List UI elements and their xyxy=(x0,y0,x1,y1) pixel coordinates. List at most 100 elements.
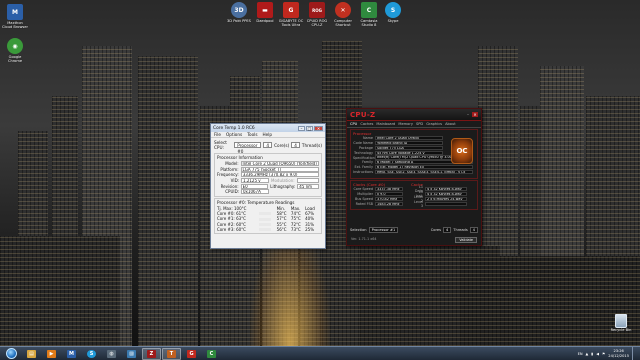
cpuz-logo: CPU-Z xyxy=(350,110,376,119)
core-name: Core #1: xyxy=(217,216,235,222)
revision-value: E0 xyxy=(240,183,269,189)
oc-badge-icon: OC xyxy=(451,138,473,164)
desktop-icon-chrome[interactable]: ◉ Google Chrome xyxy=(2,38,28,63)
field-label: Core Speed xyxy=(353,187,373,192)
taskbar-item-skype[interactable]: S xyxy=(82,348,101,360)
core-temp: 60°C xyxy=(236,221,246,227)
taskbar-item-gigabyte[interactable]: G xyxy=(182,348,201,360)
cpu-select[interactable]: Processor #0 xyxy=(234,142,262,154)
desktop-icon-label: Skype xyxy=(387,19,399,23)
volume-icon[interactable]: ◀ xyxy=(596,352,599,356)
show-desktop-button[interactable] xyxy=(632,346,637,360)
field-label: Bus Speed xyxy=(355,196,373,201)
core-load: 25% xyxy=(305,226,315,232)
tab-cpu[interactable]: CPU xyxy=(350,122,357,126)
network-icon[interactable]: ▮ xyxy=(591,352,593,356)
taskbar-item-image-viewer[interactable]: ▨ xyxy=(122,348,141,360)
taskbar-item-media[interactable]: ◍ xyxy=(102,348,121,360)
temp-bar xyxy=(259,212,272,216)
desktop-icon-computer[interactable]: ✕ Computer Shortcut xyxy=(330,2,356,27)
tab-about[interactable]: About xyxy=(445,122,456,126)
cache-group: Cache L1 Data 4 x 32 KBytes 8-way L1 Inst… xyxy=(411,182,475,208)
minimize-button[interactable]: – xyxy=(298,125,305,131)
validate-button[interactable]: Validate xyxy=(455,237,477,243)
tab-caches[interactable]: Caches xyxy=(360,122,373,126)
tab-spd[interactable]: SPD xyxy=(416,122,423,126)
field-label: Name xyxy=(362,136,373,141)
clock[interactable]: 23:26 24/12/2015 xyxy=(608,349,629,357)
desktop-icon-label: Recycle Bin xyxy=(610,328,632,332)
desktop-icon-camtasia[interactable]: C Camtasia Studio 8 xyxy=(356,2,382,27)
group-header: Processor Information xyxy=(217,155,263,160)
core-min: 56°C xyxy=(276,226,287,232)
l1-inst-value: 4 x 32 KBytes 8-way xyxy=(425,192,467,197)
taskbar-item-cpuz[interactable]: Z xyxy=(142,347,161,360)
taskbar-item-coretemp[interactable]: T xyxy=(162,347,181,360)
processor-info-group: Processor Information Model: Intel Core 2… xyxy=(214,153,322,197)
coretemp-titlebar[interactable]: Core Temp 1.0 RC6 – □ ✕ xyxy=(211,124,325,132)
desktop-icon-cpuz[interactable]: ROG CPUID ROG CPU-Z xyxy=(304,2,330,27)
clock-date: 24/12/2015 xyxy=(608,353,629,358)
desktop-icon-label: Google Chrome xyxy=(7,55,23,63)
field-label: Model: xyxy=(225,161,239,167)
media-icon: ◍ xyxy=(107,349,116,358)
processor-select[interactable]: Processor #1 xyxy=(368,227,399,233)
desktop-icon-3dpokt[interactable]: 3D 3D Pokt PPES xyxy=(226,2,252,23)
maxthon-icon: M xyxy=(7,4,23,20)
cpuz-window[interactable]: CPU-Z – ✕ CPU Caches Mainboard Memory SP… xyxy=(346,108,482,246)
threads-value: 4 xyxy=(469,227,478,233)
menu-tools[interactable]: Tools xyxy=(247,132,257,137)
close-button[interactable]: ✕ xyxy=(314,125,323,131)
selection-row: Selection Processor #1 Cores 4 Threads 4 xyxy=(350,227,478,233)
taskbar-item-explorer[interactable]: ▤ xyxy=(22,348,41,360)
close-button[interactable]: ✕ xyxy=(472,112,478,117)
maximize-button[interactable]: □ xyxy=(306,125,313,131)
desktop-icon-deadpool[interactable]: ▬ Daedpool xyxy=(252,2,278,23)
start-button[interactable] xyxy=(0,347,22,360)
taskbar-item-maxthon[interactable]: M xyxy=(62,348,81,360)
system-tray: EN ▲ ▮ ◀ ⚑ 23:26 24/12/2015 xyxy=(578,346,640,360)
tab-memory[interactable]: Memory xyxy=(398,122,413,126)
core-temp: 60°C xyxy=(236,226,246,232)
tray-arrow-icon[interactable]: ▲ xyxy=(586,352,589,356)
taskbar-item-camtasia[interactable]: C xyxy=(202,348,221,360)
field-label: Platform: xyxy=(220,166,239,172)
core-speed-value: 3337.38 MHz xyxy=(375,187,403,192)
selection-label: Selection xyxy=(350,228,367,232)
temperature-group: Processor #0: Temperature Readings Tj. M… xyxy=(214,197,322,235)
field-label: Frequency: xyxy=(217,172,239,178)
desktop-icon-skype[interactable]: S Skype xyxy=(380,2,406,23)
ext-family-value: 6 Ext. Model 17 Revision E0 xyxy=(375,165,473,170)
desktop-icon-label: GIGABYTE OC Tools Ultra xyxy=(278,19,304,27)
tab-mainboard[interactable]: Mainboard xyxy=(376,122,395,126)
desktop-icon-recycle-bin[interactable]: Recycle Bin xyxy=(606,314,636,332)
taskbar-item-media-player[interactable]: ▶ xyxy=(42,348,61,360)
core-max: 73°C xyxy=(290,226,301,232)
desktop-icon-label: Daedpool xyxy=(256,19,274,23)
cpuid-value: 0x1067A xyxy=(241,189,269,195)
minimize-button[interactable]: – xyxy=(465,112,471,117)
threads-label: Thread(s) xyxy=(301,142,322,148)
frequency-value: 3336.29MHz (370.82 x 9.0) xyxy=(240,172,319,178)
desktop-icon-label: CPUID ROG CPU-Z xyxy=(306,19,328,27)
chrome-icon: ◉ xyxy=(7,38,23,54)
maxthon-icon: M xyxy=(67,349,76,358)
package-value: Socket 775 LGA xyxy=(375,145,443,151)
select-cpu-label: Select CPU: xyxy=(214,140,227,150)
cpuz-titlebar[interactable]: CPU-Z – ✕ xyxy=(347,109,481,121)
field-label: Specification xyxy=(353,155,375,160)
menu-options[interactable]: Options xyxy=(226,132,242,137)
tab-graphics[interactable]: Graphics xyxy=(426,122,442,126)
coretemp-window[interactable]: Core Temp 1.0 RC6 – □ ✕ File Options Too… xyxy=(210,123,326,249)
temperature-table: Tj. Max: 100°C Min. Max. Load Core #0: 6… xyxy=(217,206,319,233)
desktop-icon-maxthon[interactable]: M Maxthon Cloud Browser xyxy=(2,4,28,29)
level3-value xyxy=(425,201,467,206)
desktop-icon-gigabyte[interactable]: G GIGABYTE OC Tools Ultra xyxy=(278,2,304,27)
language-indicator[interactable]: EN xyxy=(578,352,583,356)
camtasia-icon: C xyxy=(361,2,377,18)
field-label: VID: xyxy=(230,178,239,184)
flag-icon[interactable]: ⚑ xyxy=(602,352,605,356)
game-icon: ▬ xyxy=(257,2,273,18)
menu-help[interactable]: Help xyxy=(263,132,273,137)
menu-file[interactable]: File xyxy=(214,132,221,137)
